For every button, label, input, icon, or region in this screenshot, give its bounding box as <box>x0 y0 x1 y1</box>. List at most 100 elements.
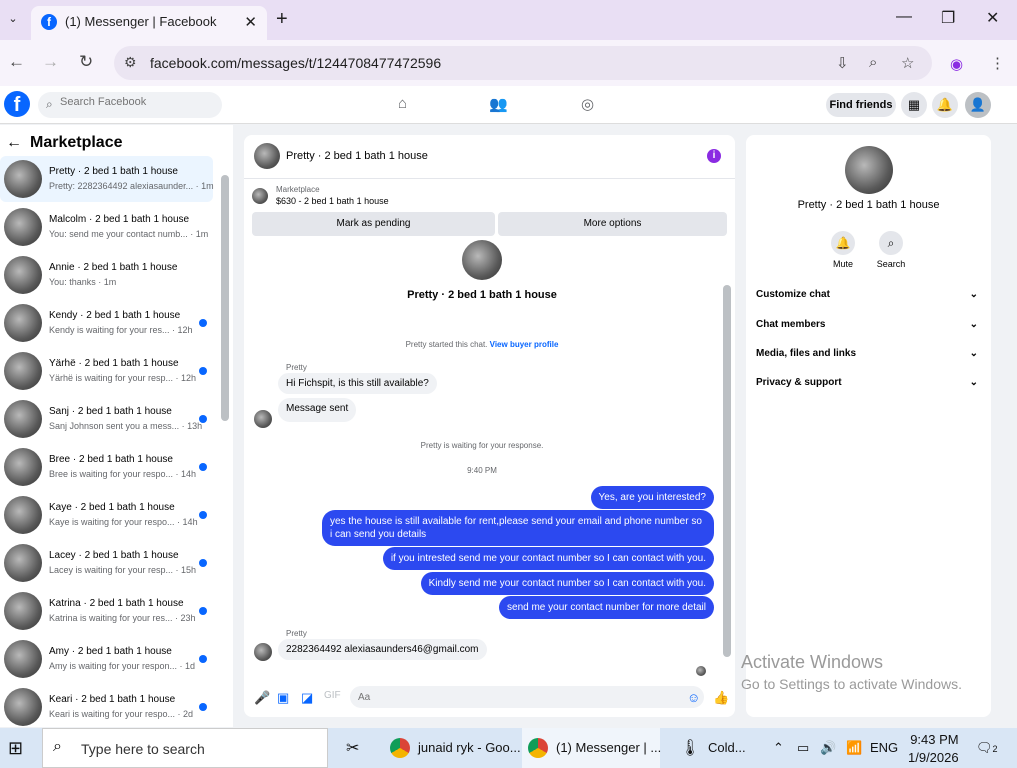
install-app-icon[interactable]: ⇩ <box>836 54 849 72</box>
contact-profile-avatar[interactable] <box>845 146 893 194</box>
profile-icon[interactable]: ◉ <box>950 55 963 73</box>
back-arrow-icon[interactable]: ← <box>6 134 22 151</box>
conversation-item[interactable]: Annie · 2 bed 1 bath 1 house You: thanks … <box>0 252 213 298</box>
section-label: Media, files and links <box>756 348 857 359</box>
notifications-bell-icon[interactable]: 🔔 <box>932 92 958 118</box>
windows-start-icon[interactable]: ⊞ <box>8 738 23 759</box>
conversation-item[interactable]: Yärhë · 2 bed 1 bath 1 house Yärhë is wai… <box>0 348 213 394</box>
menu-grid-icon[interactable]: ▦ <box>901 92 927 118</box>
conversation-item[interactable]: Amy · 2 bed 1 bath 1 house Amy is waiting… <box>0 636 213 682</box>
clock[interactable]: 9:43 PM 1/9/2026 <box>908 732 959 765</box>
microphone-icon[interactable]: 🎤 <box>254 690 270 706</box>
snipping-tool-icon[interactable]: ✂ <box>340 728 374 768</box>
conversation-item[interactable]: Keari · 2 bed 1 bath 1 house Keari is wai… <box>0 684 213 727</box>
chat-title[interactable]: Pretty · 2 bed 1 bath 1 house <box>286 150 428 162</box>
outgoing-message[interactable]: Yes, are you interested? <box>590 486 714 509</box>
outgoing-message[interactable]: send me your contact number for more det… <box>499 596 714 619</box>
privacy-support-section[interactable]: Privacy & support ⌄ <box>756 377 982 399</box>
tab-list-chevron-icon[interactable]: ⌄ <box>4 10 22 28</box>
friends-icon[interactable]: 👥 <box>489 95 508 113</box>
browser-menu-icon[interactable]: ⋮ <box>990 54 1005 72</box>
thumbs-up-icon[interactable]: 👍 <box>713 690 729 706</box>
taskbar-app-chrome-2[interactable]: (1) Messenger | ... <box>522 728 661 768</box>
conversation-item[interactable]: Kaye · 2 bed 1 bath 1 house Kaye is waiti… <box>0 492 213 538</box>
conversation-item[interactable]: Lacey · 2 bed 1 bath 1 house Lacey is wai… <box>0 540 213 586</box>
photo-icon[interactable]: ▣ <box>277 690 289 706</box>
mark-as-pending-button[interactable]: Mark as pending <box>252 212 495 236</box>
conversation-snippet: Kaye is waiting for your respo... · 14h <box>49 517 198 527</box>
meet-now-icon[interactable]: ▭ <box>797 740 809 756</box>
chat-scrollbar[interactable] <box>723 285 731 657</box>
listing-price[interactable]: $630 - 2 bed 1 bath 1 house <box>276 196 389 206</box>
message-input[interactable] <box>350 686 704 708</box>
facebook-search-input[interactable] <box>60 96 210 108</box>
url-text[interactable]: facebook.com/messages/t/1244708477472596 <box>150 55 441 71</box>
close-window-icon[interactable]: ✕ <box>986 8 999 28</box>
contact-avatar[interactable] <box>254 143 280 169</box>
listing-thumbnail[interactable] <box>252 188 268 204</box>
notification-center-icon[interactable]: 🗨2 <box>976 740 998 756</box>
reload-icon[interactable]: ↻ <box>79 52 93 72</box>
close-tab-icon[interactable]: ✕ <box>244 13 257 31</box>
input-language[interactable]: ENG <box>870 740 898 755</box>
conversation-item[interactable]: Kendy · 2 bed 1 bath 1 house Kendy is wai… <box>0 300 213 346</box>
conversation-item[interactable]: Malcolm · 2 bed 1 bath 1 house You: send … <box>0 204 213 250</box>
taskbar-app-chrome-1[interactable]: junaid ryk - Goo... <box>384 728 521 768</box>
home-icon[interactable]: ⌂ <box>398 95 407 112</box>
incoming-message[interactable]: Hi Fichspit, is this still available? <box>278 373 437 394</box>
zoom-icon[interactable]: ⌕ <box>869 54 877 71</box>
emoji-icon[interactable]: ☺ <box>687 690 700 705</box>
notification-count: 2 <box>992 744 998 754</box>
browser-tab-messenger[interactable]: f (1) Messenger | Facebook ✕ <box>31 6 267 40</box>
conversation-snippet: Amy is waiting for your respon... · 1d <box>49 661 196 671</box>
incoming-message[interactable]: 2282364492 alexiasaunders46@gmail.com <box>278 639 487 660</box>
more-options-button[interactable]: More options <box>498 212 727 236</box>
info-icon[interactable]: i <box>707 149 721 163</box>
unread-dot-icon <box>199 319 207 327</box>
outgoing-message[interactable]: yes the house is still available for ren… <box>322 510 714 546</box>
show-hidden-icons-chevron-icon[interactable]: ⌃ <box>773 740 784 756</box>
incoming-message[interactable]: Message sent <box>278 398 357 422</box>
conversation-list-scrollbar[interactable] <box>221 175 229 421</box>
conversation-snippet: You: send me your contact numb... · 1m <box>49 229 209 239</box>
outgoing-message[interactable]: Kindly send me your contact number so I … <box>420 572 714 595</box>
volume-icon[interactable]: 🔊 <box>820 740 836 756</box>
forward-arrow-icon[interactable]: → <box>42 52 59 72</box>
account-avatar[interactable]: 👤 <box>965 92 991 118</box>
groups-icon[interactable]: ◎ <box>581 95 594 113</box>
unread-dot-icon <box>199 367 207 375</box>
windows-taskbar: ⊞ ⌕ Type here to search ✂ junaid ryk - G… <box>0 728 1017 768</box>
facebook-logo-icon[interactable]: f <box>4 91 30 117</box>
outgoing-message[interactable]: if you intrested send me your contact nu… <box>382 547 714 570</box>
chat-members-section[interactable]: Chat members ⌄ <box>756 319 982 341</box>
weather-widget[interactable]: 🌡 Cold... <box>672 728 762 768</box>
contact-large-avatar <box>462 240 502 280</box>
gif-icon[interactable]: GIF <box>324 690 341 701</box>
bookmark-star-icon[interactable]: ☆ <box>901 54 914 72</box>
conversation-item[interactable]: Katrina · 2 bed 1 bath 1 house Katrina is… <box>0 588 213 634</box>
media-files-section[interactable]: Media, files and links ⌄ <box>756 348 982 370</box>
conversation-item[interactable]: Pretty · 2 bed 1 bath 1 house Pretty: 228… <box>0 156 214 202</box>
bell-icon[interactable]: 🔔 <box>831 231 855 255</box>
mute-action[interactable]: 🔔 Mute <box>818 231 868 269</box>
view-buyer-profile-link[interactable]: View buyer profile <box>490 340 559 349</box>
sender-mini-avatar <box>254 410 272 428</box>
back-arrow-icon[interactable]: ← <box>8 52 25 72</box>
restore-window-icon[interactable]: ❐ <box>941 8 955 28</box>
new-tab-plus-icon[interactable]: + <box>276 8 288 31</box>
customize-chat-section[interactable]: Customize chat ⌄ <box>756 289 982 311</box>
find-friends-button[interactable]: Find friends <box>826 93 896 117</box>
minimize-window-icon[interactable]: — <box>896 8 912 26</box>
search-action[interactable]: ⌕ Search <box>866 231 916 269</box>
site-info-icon[interactable]: ⚙ <box>124 54 137 71</box>
conversation-item[interactable]: Sanj · 2 bed 1 bath 1 house Sanj Johnson … <box>0 396 213 442</box>
chrome-icon <box>390 738 410 758</box>
address-bar[interactable]: ⚙ facebook.com/messages/t/12447084774725… <box>114 46 932 80</box>
conversation-item[interactable]: Bree · 2 bed 1 bath 1 house Bree is waiti… <box>0 444 213 490</box>
search-icon[interactable]: ⌕ <box>879 231 903 255</box>
taskbar-search[interactable]: ⌕ Type here to search <box>42 728 328 768</box>
facebook-search[interactable]: ⌕ <box>38 92 222 118</box>
sticker-icon[interactable]: ◪ <box>301 690 313 706</box>
search-label: Search <box>876 259 906 269</box>
network-icon[interactable]: 📶 <box>846 740 862 756</box>
